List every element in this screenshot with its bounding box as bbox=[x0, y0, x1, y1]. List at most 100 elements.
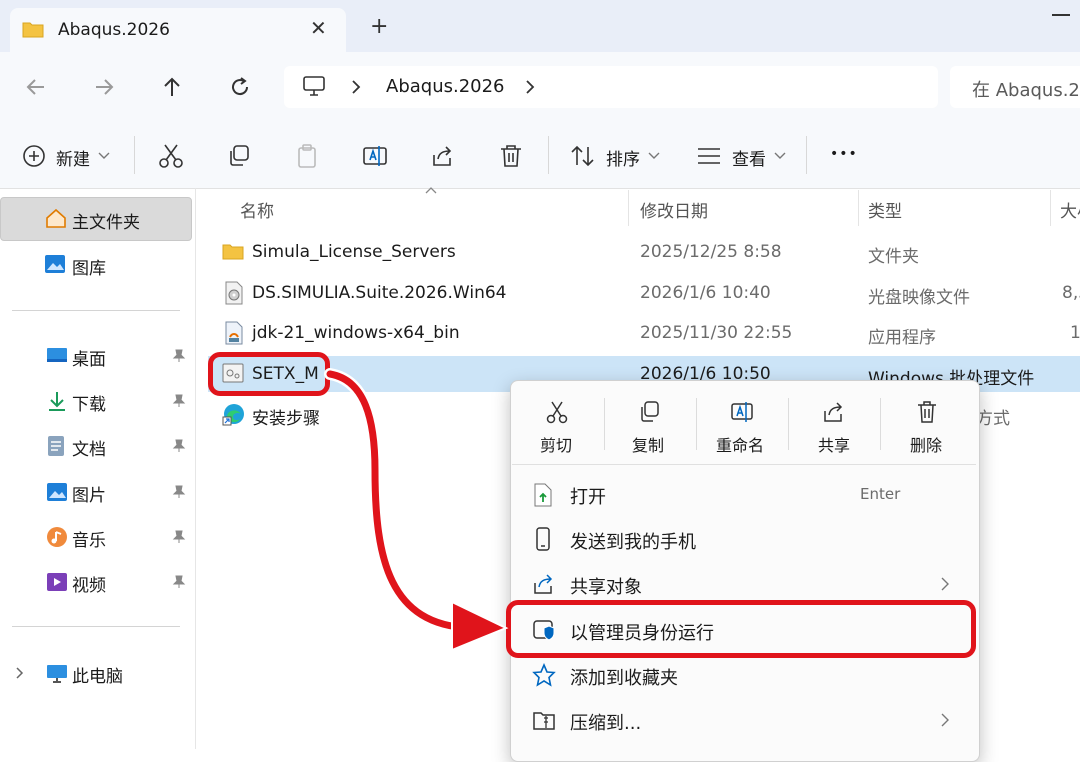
video-icon bbox=[47, 573, 67, 591]
pin-icon[interactable] bbox=[172, 439, 186, 453]
sort-button[interactable]: 排序 bbox=[606, 145, 640, 170]
forward-icon[interactable] bbox=[92, 76, 116, 98]
sidebar-item-documents[interactable]: 文档 bbox=[72, 435, 106, 460]
toolbar-divider bbox=[806, 136, 807, 174]
chevron-right-icon[interactable] bbox=[524, 79, 536, 95]
copy-icon[interactable] bbox=[638, 400, 660, 424]
pin-icon[interactable] bbox=[172, 575, 186, 589]
share-icon bbox=[534, 574, 553, 594]
chevron-right-icon bbox=[941, 577, 949, 591]
sidebar-item-gallery[interactable]: 图库 bbox=[72, 254, 106, 279]
search-box[interactable]: 在 Abaqus.2026 bbox=[950, 66, 1080, 108]
desktop-icon bbox=[47, 348, 67, 362]
delete-icon[interactable] bbox=[498, 143, 524, 169]
pane-divider bbox=[195, 188, 196, 749]
column-header-size[interactable]: 大小 bbox=[1060, 197, 1080, 222]
cut-icon[interactable] bbox=[158, 143, 184, 169]
pin-icon[interactable] bbox=[172, 394, 186, 408]
file-name[interactable]: DS.SIMULIA.Suite.2026.Win64 bbox=[252, 283, 506, 303]
file-type: 应用程序 bbox=[868, 328, 936, 348]
address-bar[interactable]: Abaqus.2026 bbox=[284, 66, 938, 108]
file-name[interactable]: jdk-21_windows-x64_bin bbox=[252, 323, 460, 343]
copy-icon[interactable] bbox=[226, 143, 252, 169]
disc-image-icon bbox=[225, 281, 243, 305]
new-button[interactable]: 新建 bbox=[56, 145, 90, 170]
new-tab-button[interactable]: + bbox=[370, 14, 388, 39]
sidebar-item-music[interactable]: 音乐 bbox=[72, 526, 106, 551]
monitor-icon bbox=[303, 76, 325, 96]
up-icon[interactable] bbox=[160, 75, 184, 99]
file-type: 文件夹 bbox=[868, 247, 919, 267]
column-header-date[interactable]: 修改日期 bbox=[640, 197, 708, 222]
pin-icon[interactable] bbox=[172, 349, 186, 363]
rename-icon[interactable] bbox=[362, 143, 388, 169]
compress-icon bbox=[533, 712, 555, 730]
pin-icon[interactable] bbox=[172, 530, 186, 544]
sidebar-divider bbox=[12, 310, 180, 311]
sort-ascending-icon bbox=[425, 187, 437, 194]
close-tab-icon[interactable]: ✕ bbox=[310, 16, 327, 40]
star-icon bbox=[532, 663, 556, 687]
file-name[interactable]: 安装步骤 bbox=[252, 404, 320, 429]
paste-icon[interactable] bbox=[294, 143, 320, 169]
menu-item-open[interactable]: 打开 bbox=[570, 483, 606, 509]
quick-action-rename[interactable]: 重命名 bbox=[716, 432, 764, 456]
menu-item-share-with[interactable]: 共享对象 bbox=[570, 573, 642, 599]
breadcrumb-folder[interactable]: Abaqus.2026 bbox=[386, 76, 505, 97]
pin-icon[interactable] bbox=[172, 485, 186, 499]
cut-icon[interactable] bbox=[546, 400, 568, 424]
more-options-icon[interactable]: ••• bbox=[830, 146, 858, 162]
tab-title: Abaqus.2026 bbox=[58, 20, 170, 40]
menu-item-compress-to[interactable]: 压缩到... bbox=[570, 709, 641, 735]
share-icon[interactable] bbox=[822, 400, 846, 424]
file-date: 2025/11/30 22:55 bbox=[640, 323, 793, 343]
file-type: 方式 bbox=[976, 409, 1010, 429]
file-type: 光盘映像文件 bbox=[868, 288, 970, 308]
plus-circle-icon[interactable] bbox=[22, 144, 46, 168]
chevron-down-icon[interactable] bbox=[98, 152, 110, 160]
sidebar-item-this-pc[interactable]: 此电脑 bbox=[72, 662, 123, 687]
sidebar-item-pictures[interactable]: 图片 bbox=[72, 481, 106, 506]
delete-icon[interactable] bbox=[916, 400, 938, 424]
chevron-down-icon[interactable] bbox=[648, 152, 660, 160]
menu-divider bbox=[696, 398, 697, 450]
home-icon bbox=[46, 208, 66, 228]
quick-action-copy[interactable]: 复制 bbox=[632, 432, 664, 456]
quick-action-delete[interactable]: 删除 bbox=[910, 432, 942, 456]
sidebar-item-downloads[interactable]: 下载 bbox=[72, 390, 106, 415]
sidebar-item-home[interactable]: 主文件夹 bbox=[72, 208, 140, 233]
file-name[interactable]: Simula_License_Servers bbox=[252, 242, 456, 262]
document-icon bbox=[48, 436, 64, 456]
phone-icon bbox=[536, 527, 550, 551]
column-header-type[interactable]: 类型 bbox=[868, 197, 902, 222]
download-icon bbox=[49, 392, 65, 411]
sidebar-divider bbox=[12, 626, 180, 627]
edge-shortcut-icon bbox=[222, 404, 244, 426]
share-icon[interactable] bbox=[430, 143, 456, 169]
refresh-icon[interactable] bbox=[228, 75, 252, 99]
chevron-down-icon[interactable] bbox=[774, 152, 786, 160]
view-button[interactable]: 查看 bbox=[732, 145, 766, 170]
column-divider bbox=[1050, 190, 1051, 226]
quick-action-share[interactable]: 共享 bbox=[818, 432, 850, 456]
sidebar-item-desktop[interactable]: 桌面 bbox=[72, 345, 106, 370]
toolbar-divider bbox=[134, 136, 135, 174]
pc-icon bbox=[47, 665, 67, 683]
pictures-icon bbox=[47, 483, 67, 501]
chevron-right-icon[interactable] bbox=[14, 666, 26, 680]
menu-separator bbox=[512, 464, 976, 465]
back-icon[interactable] bbox=[24, 76, 48, 98]
view-icon[interactable] bbox=[696, 146, 722, 166]
chevron-right-icon[interactable] bbox=[350, 79, 362, 95]
tab-abaqus[interactable]: Abaqus.2026 ✕ bbox=[10, 8, 346, 52]
sort-icon[interactable] bbox=[570, 144, 596, 168]
rename-icon[interactable] bbox=[730, 400, 754, 424]
column-header-name[interactable]: 名称 bbox=[240, 197, 274, 222]
menu-divider bbox=[880, 398, 881, 450]
minimize-button[interactable] bbox=[1052, 14, 1070, 16]
menu-item-add-to-favorites[interactable]: 添加到收藏夹 bbox=[570, 664, 678, 690]
menu-item-send-to-phone[interactable]: 发送到我的手机 bbox=[570, 528, 696, 554]
column-divider bbox=[628, 190, 629, 226]
sidebar-item-videos[interactable]: 视频 bbox=[72, 571, 106, 596]
quick-action-cut[interactable]: 剪切 bbox=[540, 432, 572, 456]
